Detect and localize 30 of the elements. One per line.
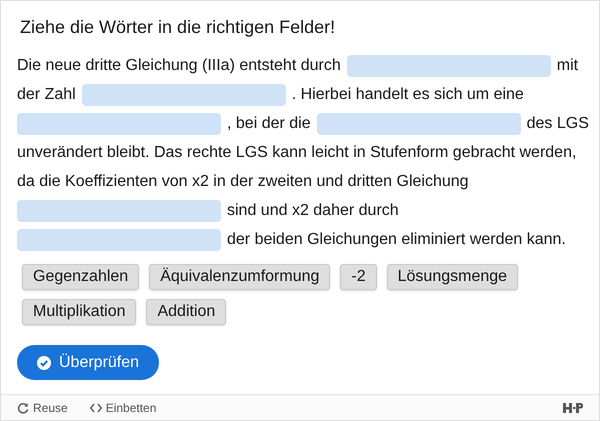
check-button[interactable]: Überprüfen <box>17 345 160 380</box>
embed-link[interactable]: Einbetten <box>90 400 156 414</box>
reuse-link[interactable]: Reuse <box>17 400 68 414</box>
sentence-text: der Zahl <box>17 85 76 105</box>
sentence-text: mit <box>556 56 578 76</box>
drop-zone[interactable] <box>316 112 521 134</box>
sentence-text: unverändert bleibt. Das rechte LGS kann leicht in Stufenform gebracht werden, <box>17 143 576 163</box>
drop-zone[interactable] <box>346 54 551 76</box>
draggable-word[interactable]: Addition <box>146 299 226 325</box>
drop-zone[interactable] <box>17 200 221 222</box>
sentence-text: da die Koeffizienten von x2 in der zweiten und dritten Gleichung <box>17 172 469 192</box>
sentence-text: sind und x2 daher durch <box>227 201 399 221</box>
drop-zone[interactable] <box>17 112 221 134</box>
sentence-text: Die neue dritte Gleichung (IIIa) entsteht durch <box>17 56 341 76</box>
sentence-text: des LGS <box>526 114 589 134</box>
refresh-icon <box>17 402 29 414</box>
draggable-word[interactable]: Lösungsmenge <box>386 264 518 290</box>
draggable-word[interactable]: Äquivalenzumformung <box>149 264 330 290</box>
draggable-word[interactable]: Multiplikation <box>22 299 136 325</box>
sentence-text: , bei der die <box>227 114 311 134</box>
sentence-text: der beiden Gleichungen eliminiert werden kann. <box>227 230 566 250</box>
draggable-word[interactable]: Gegenzahlen <box>22 264 140 290</box>
check-circle-icon <box>37 356 51 370</box>
code-icon <box>90 402 102 412</box>
sentence-text: . Hierbei handelt es sich um eine <box>292 85 524 105</box>
task-title: Ziehe die Wörter in die richtigen Felder! <box>20 17 336 38</box>
drop-zone[interactable] <box>17 228 221 250</box>
logo-icon <box>563 402 583 412</box>
drop-zone[interactable] <box>82 84 286 106</box>
draggable-word[interactable]: -2 <box>340 264 377 290</box>
